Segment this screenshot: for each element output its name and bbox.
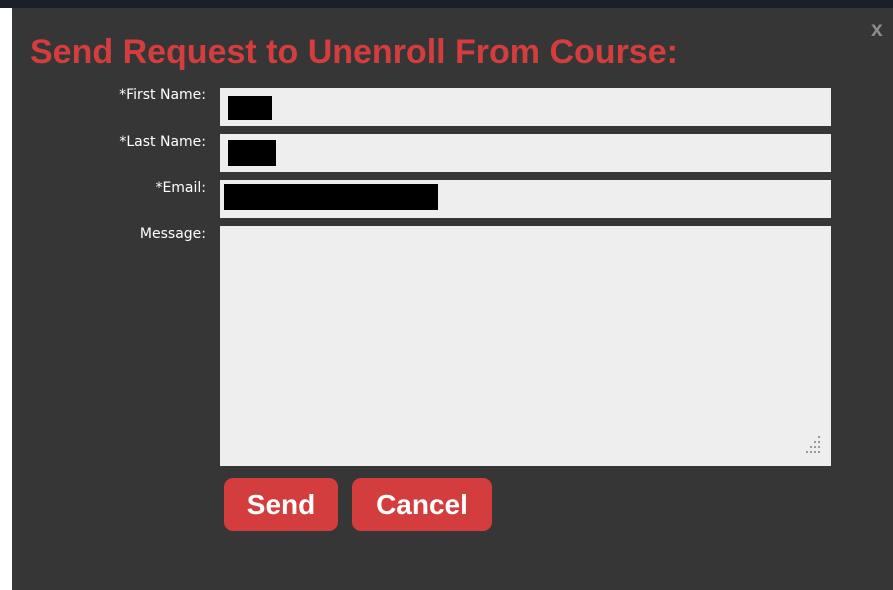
page: x Send Request to Unenroll From Course: … [0,0,893,590]
close-icon[interactable]: x [871,19,883,41]
email-field[interactable] [220,180,831,218]
send-button[interactable]: Send [224,478,338,531]
message-label: Message: [139,226,206,242]
resize-grip-icon[interactable] [802,434,824,456]
first-name-label: *First Name: [119,87,206,103]
dialog-title: Send Request to Unenroll From Course: [30,33,678,71]
redacted-first-name [228,96,272,120]
message-field[interactable] [220,226,831,466]
email-label: *Email: [155,180,206,196]
page-header-strip [0,0,893,8]
cancel-button[interactable]: Cancel [352,478,492,531]
last-name-field[interactable] [220,134,831,172]
redacted-last-name [228,140,276,166]
redacted-email [224,184,438,210]
first-name-field[interactable] [220,88,831,126]
last-name-label: *Last Name: [119,134,206,150]
